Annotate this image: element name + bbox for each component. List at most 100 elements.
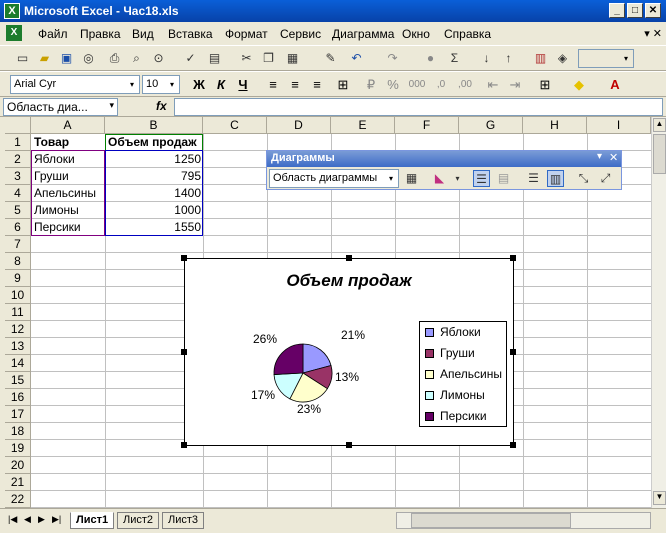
menu-format[interactable]: Формат: [225, 27, 268, 41]
sort-asc-icon[interactable]: ↓: [478, 50, 495, 67]
maximize-button[interactable]: □: [627, 3, 643, 18]
angle-text-down-icon[interactable]: ⤡: [575, 170, 592, 187]
by-column-icon[interactable]: ▥: [547, 170, 564, 187]
horizontal-scrollbar[interactable]: [396, 512, 651, 529]
last-sheet-arrow[interactable]: ▶|: [52, 514, 61, 525]
resize-handle[interactable]: [510, 255, 516, 261]
scroll-thumb[interactable]: [653, 134, 666, 174]
legend-icon[interactable]: ☰: [473, 170, 490, 187]
menu-edit[interactable]: Правка: [80, 27, 121, 41]
thousands-icon[interactable]: 000: [408, 76, 426, 94]
horizontal-scroll-thumb[interactable]: [411, 513, 571, 528]
chart-type-dropdown-icon[interactable]: ▾: [449, 170, 466, 187]
research-icon[interactable]: ⊙: [150, 50, 167, 67]
borders-icon[interactable]: ⊞: [536, 76, 554, 94]
increase-decimal-icon[interactable]: ,0: [432, 76, 450, 94]
chart-area[interactable]: Объем продаж 21% 13% 23% 17% 26% Яблоки Груши…: [181, 255, 516, 448]
column-header-b[interactable]: B: [105, 117, 203, 134]
row-header[interactable]: 1: [5, 134, 31, 151]
column-header-h[interactable]: H: [523, 117, 587, 134]
copy-icon[interactable]: ❐: [260, 50, 277, 67]
resize-handle[interactable]: [181, 442, 187, 448]
row-header[interactable]: 15: [5, 372, 31, 389]
chart-type-icon[interactable]: ◣: [431, 170, 448, 187]
toolbar-close-icon[interactable]: ✕: [609, 151, 618, 164]
row-header[interactable]: 13: [5, 338, 31, 355]
column-header-a[interactable]: A: [31, 117, 105, 134]
data-label-1[interactable]: 21%: [341, 328, 365, 342]
insert-function-icon[interactable]: fx: [156, 99, 167, 113]
zoom-combo[interactable]: ▾: [578, 49, 634, 68]
underline-button[interactable]: Ч: [234, 76, 252, 94]
scroll-up-arrow[interactable]: ▲: [653, 118, 666, 132]
scroll-down-arrow[interactable]: ▼: [653, 491, 666, 505]
column-header-d[interactable]: D: [267, 117, 331, 134]
row-header[interactable]: 14: [5, 355, 31, 372]
legend-entry[interactable]: Персики: [420, 406, 506, 427]
row-header[interactable]: 9: [5, 270, 31, 287]
column-header-c[interactable]: C: [203, 117, 267, 134]
paste-icon[interactable]: ▦: [284, 50, 301, 67]
row-header[interactable]: 21: [5, 474, 31, 491]
document-window-controls[interactable]: ▾ ✕: [644, 27, 662, 40]
prev-sheet-arrow[interactable]: ◀: [24, 514, 31, 525]
sort-desc-icon[interactable]: ↑: [500, 50, 517, 67]
decrease-indent-icon[interactable]: ⇤: [484, 76, 502, 94]
data-table-icon[interactable]: ▤: [495, 170, 512, 187]
pie-slice-5[interactable]: [273, 343, 304, 375]
menu-tools[interactable]: Сервис: [280, 27, 321, 41]
align-left-icon[interactable]: ≡: [264, 76, 282, 94]
chart-wizard-icon[interactable]: ▥: [532, 50, 549, 67]
merge-center-icon[interactable]: ⊞: [334, 76, 352, 94]
menu-view[interactable]: Вид: [132, 27, 154, 41]
open-icon[interactable]: ▰: [36, 50, 53, 67]
column-header-i[interactable]: I: [587, 117, 651, 134]
redo-icon[interactable]: ↷: [384, 50, 401, 67]
column-header-g[interactable]: G: [459, 117, 523, 134]
cell-a1[interactable]: Товар: [32, 134, 105, 151]
undo-icon[interactable]: ↶: [348, 50, 365, 67]
row-header[interactable]: 7: [5, 236, 31, 253]
select-all-corner[interactable]: [5, 117, 31, 134]
menu-chart[interactable]: Диаграмма: [332, 27, 394, 41]
italic-button[interactable]: К: [212, 76, 230, 94]
angle-text-up-icon[interactable]: ⤢: [597, 170, 614, 187]
drawing-icon[interactable]: ◈: [554, 50, 571, 67]
row-header[interactable]: 22: [5, 491, 31, 508]
resize-handle[interactable]: [346, 442, 352, 448]
next-sheet-arrow[interactable]: ▶: [38, 514, 45, 525]
font-size-combo[interactable]: 10 ▾: [142, 75, 180, 94]
toolbar-options-icon[interactable]: ▾: [597, 151, 602, 162]
hyperlink-icon[interactable]: ●: [422, 50, 439, 67]
close-button[interactable]: ✕: [645, 3, 661, 18]
row-header[interactable]: 18: [5, 423, 31, 440]
print-icon[interactable]: ⎙: [106, 50, 123, 67]
row-header[interactable]: 10: [5, 287, 31, 304]
row-header[interactable]: 2: [5, 151, 31, 168]
formula-input[interactable]: [174, 98, 663, 116]
data-label-4[interactable]: 17%: [251, 388, 275, 402]
autosum-icon[interactable]: Σ: [446, 50, 463, 67]
format-chart-area-icon[interactable]: ▦: [403, 170, 420, 187]
save-icon[interactable]: ▣: [58, 50, 75, 67]
research-book-icon[interactable]: ▤: [206, 50, 223, 67]
row-header[interactable]: 6: [5, 219, 31, 236]
row-header[interactable]: 16: [5, 389, 31, 406]
row-header[interactable]: 12: [5, 321, 31, 338]
align-right-icon[interactable]: ≡: [308, 76, 326, 94]
sheet-tab-1[interactable]: Лист1: [70, 512, 115, 529]
legend-entry[interactable]: Лимоны: [420, 385, 506, 406]
menu-window[interactable]: Окно: [402, 27, 430, 41]
column-header-e[interactable]: E: [331, 117, 395, 134]
column-header-f[interactable]: F: [395, 117, 459, 134]
font-color-icon[interactable]: A: [606, 76, 624, 94]
align-center-icon[interactable]: ≡: [286, 76, 304, 94]
menu-insert[interactable]: Вставка: [168, 27, 213, 41]
row-header[interactable]: 3: [5, 168, 31, 185]
percent-icon[interactable]: %: [384, 76, 402, 94]
chart-legend[interactable]: Яблоки Груши Апельсины Лимоны Персики: [419, 321, 507, 427]
row-header[interactable]: 5: [5, 202, 31, 219]
workbook-icon[interactable]: X: [6, 25, 22, 41]
legend-entry[interactable]: Груши: [420, 343, 506, 364]
sheet-tab-3[interactable]: Лист3: [162, 512, 205, 529]
